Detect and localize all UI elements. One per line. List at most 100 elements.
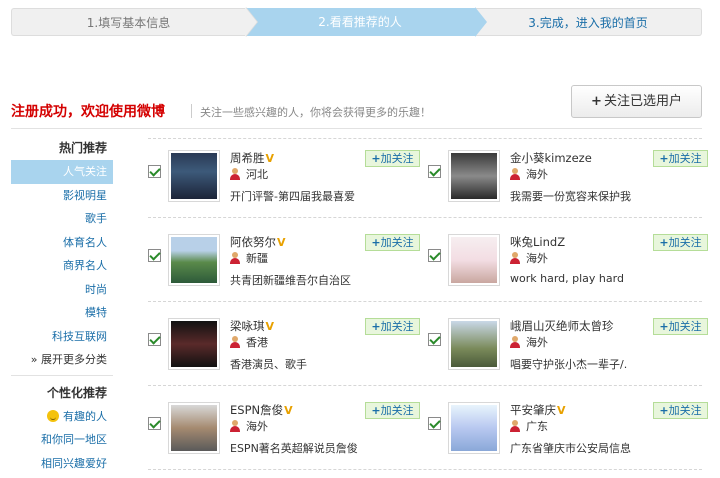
user-card: 金小葵kimzeze 海外 我需要一份宽容来保护我 +加关注 — [428, 150, 708, 220]
user-name-link[interactable]: 金小葵kimzeze — [510, 150, 592, 166]
sidebar-item-models[interactable]: 模特 — [11, 301, 113, 325]
add-follow-button[interactable]: +加关注 — [653, 150, 708, 167]
location-text: 河北 — [246, 168, 268, 181]
plus-icon: + — [591, 94, 602, 109]
add-follow-button[interactable]: +加关注 — [365, 318, 420, 335]
person-icon — [230, 168, 240, 180]
select-user-checkbox[interactable] — [428, 165, 441, 178]
verified-v-icon: V — [277, 236, 286, 249]
location-text: 海外 — [246, 420, 268, 433]
verified-v-icon: V — [265, 152, 275, 165]
user-description: 香港演员、歌手 — [230, 358, 307, 371]
user-description: 唱要守护张小杰一辈子/. — [510, 358, 628, 371]
user-location: 广东 — [510, 418, 548, 434]
select-user-checkbox[interactable] — [148, 417, 161, 430]
user-card: 阿依努尔V 新疆 共青团新疆维吾尔自治区 +加关注 — [148, 234, 428, 304]
step-finish: 3.完成，进入我的首页 — [475, 8, 702, 36]
sidebar-item-stars[interactable]: 影视明星 — [11, 184, 113, 208]
plus-icon: + — [659, 152, 669, 165]
person-icon — [230, 336, 240, 348]
progress-steps: 1.填写基本信息 2.看看推荐的人 3.完成，进入我的首页 — [11, 7, 702, 37]
add-follow-label: 加关注 — [380, 236, 414, 249]
add-follow-button[interactable]: +加关注 — [653, 234, 708, 251]
user-name-link[interactable]: 平安肇庆V — [510, 402, 566, 418]
user-name: 咪兔LindZ — [510, 235, 566, 249]
plus-icon: + — [371, 152, 381, 165]
add-follow-label: 加关注 — [380, 404, 414, 417]
user-location: 海外 — [510, 250, 548, 266]
avatar[interactable] — [448, 150, 500, 202]
user-location: 香港 — [230, 334, 268, 350]
sidebar-item-sports[interactable]: 体育名人 — [11, 231, 113, 255]
avatar[interactable] — [168, 150, 220, 202]
user-name-link[interactable]: 周希胜V — [230, 150, 274, 166]
user-description: ESPN著名英超解说员詹俊 — [230, 442, 358, 455]
sidebar-item-singers[interactable]: 歌手 — [11, 207, 113, 231]
select-user-checkbox[interactable] — [428, 249, 441, 262]
location-text: 海外 — [526, 252, 548, 265]
add-follow-button[interactable]: +加关注 — [653, 318, 708, 335]
sidebar-item-same-interest[interactable]: 相同兴趣爱好 — [11, 452, 113, 476]
plus-icon: + — [659, 404, 669, 417]
verified-v-icon: V — [557, 404, 566, 417]
person-icon — [510, 420, 520, 432]
avatar[interactable] — [448, 318, 500, 370]
add-follow-button[interactable]: +加关注 — [365, 150, 420, 167]
row-divider — [148, 138, 702, 139]
select-user-checkbox[interactable] — [428, 417, 441, 430]
avatar[interactable] — [448, 402, 500, 454]
divider — [11, 128, 702, 129]
smiley-icon — [47, 409, 59, 422]
user-name-link[interactable]: 阿依努尔V — [230, 234, 286, 250]
step-arrow — [245, 7, 257, 37]
user-card: 周希胜V 河北 开门评警-第四届我最喜爱 +加关注 — [148, 150, 428, 220]
add-follow-label: 加关注 — [668, 404, 702, 417]
user-name: 峨眉山灭绝师太曾珍 — [510, 319, 614, 333]
user-name: ESPN詹俊 — [230, 403, 284, 417]
step-recommended: 2.看看推荐的人 — [245, 8, 475, 36]
select-user-checkbox[interactable] — [148, 333, 161, 346]
plus-icon: + — [659, 320, 669, 333]
user-description: work hard, play hard — [510, 272, 624, 285]
user-location: 海外 — [510, 166, 548, 182]
divider — [11, 374, 113, 376]
user-name-link[interactable]: 咪兔LindZ — [510, 234, 565, 250]
expand-more-categories[interactable]: » 展开更多分类 — [11, 348, 113, 372]
select-user-checkbox[interactable] — [148, 249, 161, 262]
sidebar-item-popular[interactable]: 人气关注 — [11, 160, 113, 184]
location-text: 新疆 — [246, 252, 268, 265]
avatar[interactable] — [168, 402, 220, 454]
location-text: 海外 — [526, 336, 548, 349]
user-name-link[interactable]: 梁咏琪V — [230, 318, 274, 334]
sidebar-item-tech[interactable]: 科技互联网 — [11, 325, 113, 349]
add-follow-button[interactable]: +加关注 — [365, 234, 420, 251]
user-name-link[interactable]: 峨眉山灭绝师太曾珍 — [510, 318, 614, 334]
location-text: 海外 — [526, 168, 548, 181]
person-icon — [230, 252, 240, 264]
location-text: 香港 — [246, 336, 268, 349]
add-follow-button[interactable]: +加关注 — [365, 402, 420, 419]
person-icon — [510, 336, 520, 348]
avatar[interactable] — [168, 318, 220, 370]
avatar[interactable] — [168, 234, 220, 286]
add-follow-button[interactable]: +加关注 — [653, 402, 708, 419]
sidebar-item-fashion[interactable]: 时尚 — [11, 278, 113, 302]
user-card: ESPN詹俊V 海外 ESPN著名英超解说员詹俊 +加关注 — [148, 402, 428, 472]
user-name: 金小葵kimzeze — [510, 151, 592, 165]
sidebar-item-same-region[interactable]: 和你同一地区 — [11, 428, 113, 452]
user-card: 平安肇庆V 广东广东省肇庆市公安局信息 +加关注 — [428, 402, 708, 472]
add-follow-label: 加关注 — [668, 152, 702, 165]
sidebar-item-interesting[interactable]: 有趣的人 — [11, 405, 113, 429]
add-follow-label: 加关注 — [668, 236, 702, 249]
follow-selected-button[interactable]: + 关注已选用户 — [571, 85, 702, 118]
plus-icon: + — [371, 236, 381, 249]
user-name-link[interactable]: ESPN詹俊V — [230, 402, 293, 418]
avatar[interactable] — [448, 234, 500, 286]
sidebar-item-business[interactable]: 商界名人 — [11, 254, 113, 278]
user-location: 河北 — [230, 166, 268, 182]
select-user-checkbox[interactable] — [428, 333, 441, 346]
select-user-checkbox[interactable] — [148, 165, 161, 178]
double-chevron-down-icon: » — [30, 353, 38, 366]
user-description: 广东省肇庆市公安局信息 — [510, 442, 631, 455]
verified-v-icon: V — [265, 320, 275, 333]
